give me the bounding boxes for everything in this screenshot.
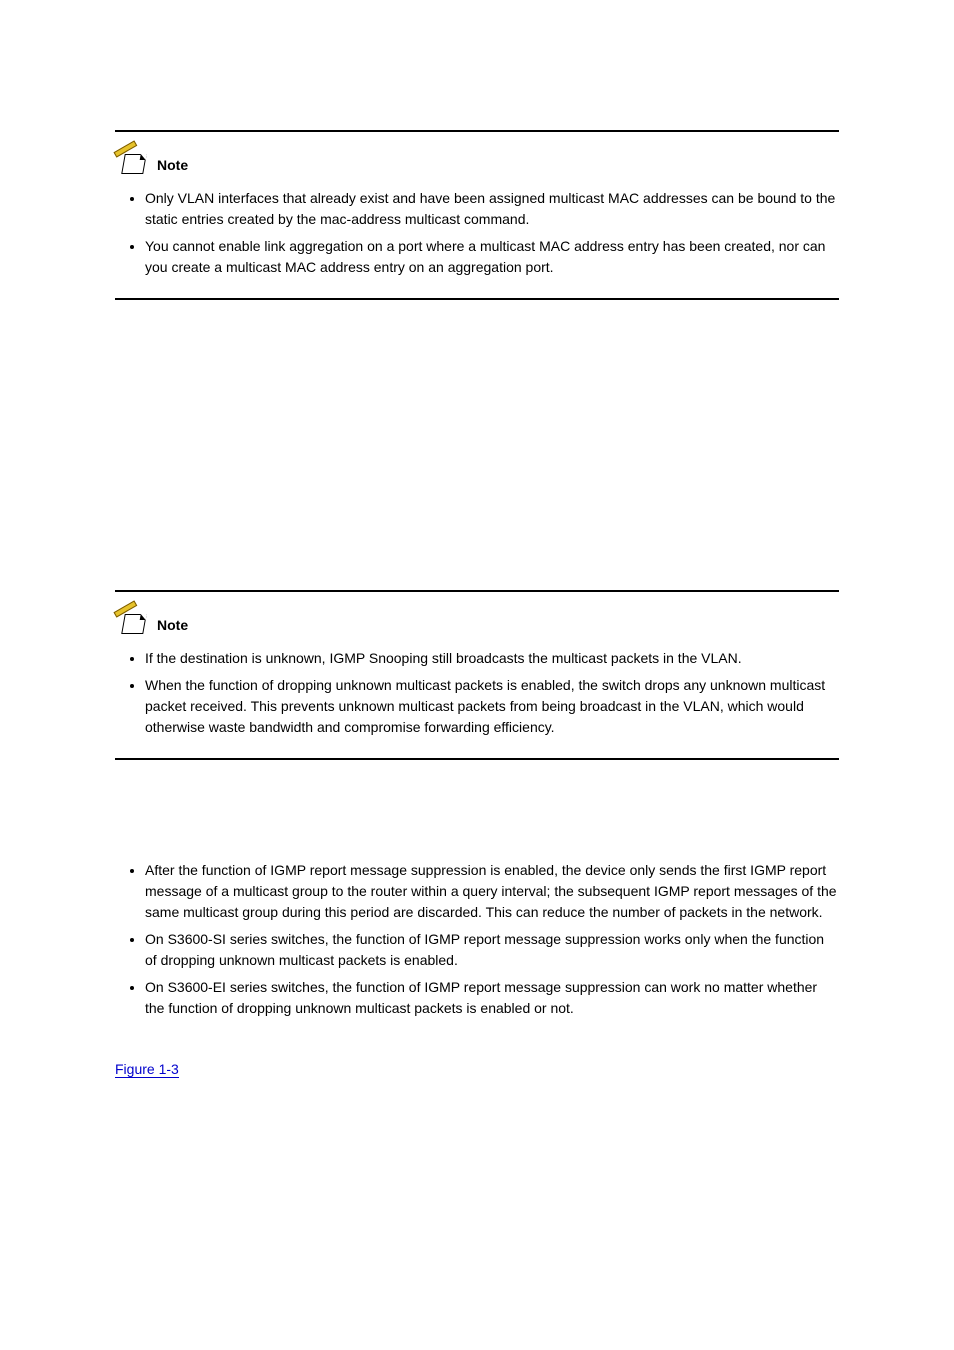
figure-link[interactable]: Figure 1-3 [115, 1061, 179, 1078]
note-label: Note [157, 155, 188, 176]
note-list-1: Only VLAN interfaces that already exist … [115, 188, 839, 278]
list-item: If the destination is unknown, IGMP Snoo… [145, 648, 839, 669]
figure-reference: Figure 1-3 [115, 1059, 839, 1080]
horizontal-rule [115, 298, 839, 300]
note-icon [115, 612, 151, 638]
list-item: When the function of dropping unknown mu… [145, 675, 839, 738]
horizontal-rule [115, 590, 839, 592]
list-item: You cannot enable link aggregation on a … [145, 236, 839, 278]
list-item: Only VLAN interfaces that already exist … [145, 188, 839, 230]
body-list: After the function of IGMP report messag… [115, 860, 839, 1019]
horizontal-rule [115, 130, 839, 132]
note-heading: Note [115, 152, 839, 178]
horizontal-rule [115, 758, 839, 760]
note-label: Note [157, 615, 188, 636]
list-item: After the function of IGMP report messag… [145, 860, 839, 923]
list-item: On S3600-SI series switches, the functio… [145, 929, 839, 971]
note-icon [115, 152, 151, 178]
list-item: On S3600-EI series switches, the functio… [145, 977, 839, 1019]
note-heading: Note [115, 612, 839, 638]
note-list-2: If the destination is unknown, IGMP Snoo… [115, 648, 839, 738]
